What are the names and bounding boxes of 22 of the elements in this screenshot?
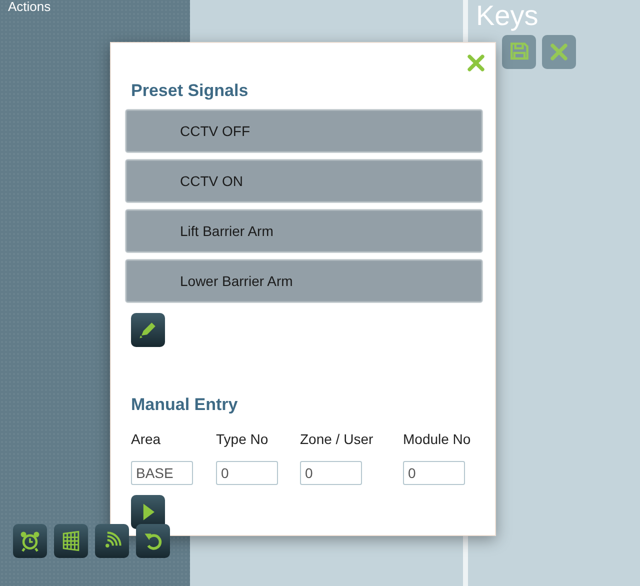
alarm-clock-icon: [18, 529, 42, 553]
input-field[interactable]: 0: [216, 461, 278, 485]
grid-button[interactable]: [54, 524, 88, 558]
signal-button[interactable]: [95, 524, 129, 558]
edit-button[interactable]: [131, 313, 165, 347]
field-label: Module No: [403, 431, 472, 447]
input-field[interactable]: 0: [403, 461, 465, 485]
field-label: Type No: [216, 431, 270, 447]
preset-signal-button[interactable]: CCTV ON: [125, 159, 483, 203]
field-label: Area: [131, 431, 162, 447]
preset-signal-button[interactable]: Lower Barrier Arm: [125, 259, 483, 303]
page-title: Keys: [476, 0, 538, 32]
undo-button[interactable]: [136, 524, 170, 558]
section-heading: Preset Signals: [131, 81, 250, 101]
section-heading: Manual Entry: [131, 395, 239, 415]
preset-signal-button[interactable]: CCTV OFF: [125, 109, 483, 153]
alarm-button[interactable]: [13, 524, 47, 558]
preset-signal-button[interactable]: Lift Barrier Arm: [125, 209, 483, 253]
input-field[interactable]: 0: [300, 461, 362, 485]
field-label: Zone / User: [300, 431, 374, 447]
input-field[interactable]: BASE: [131, 461, 193, 485]
sidebar-title: Actions: [8, 0, 52, 13]
